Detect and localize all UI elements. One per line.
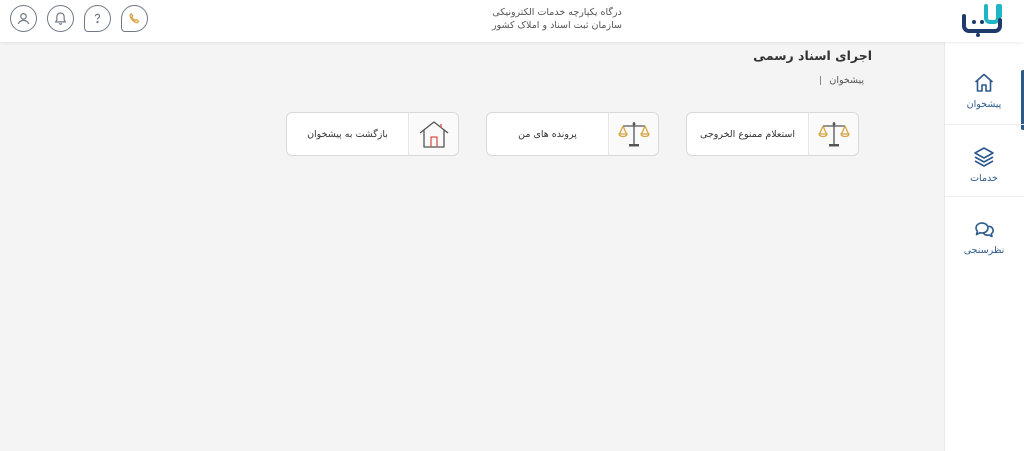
sidebar-item-dashboard[interactable]: پیشخوان [944,56,1024,130]
house-icon [419,121,448,148]
card-icon-box [608,113,658,155]
scales-icon [617,122,650,147]
card-my-cases[interactable]: پرونده های من [486,112,659,156]
sidebar-item-label: پیشخوان [966,98,1002,110]
divider [944,124,1024,125]
sabt-man-logo[interactable] [960,2,1006,38]
chat-icon [975,221,994,237]
breadcrumb-separator [820,76,822,85]
portal-title-line1: درگاه یکپارچه خدمات الکترونیکی [492,7,622,18]
card-label: استعلام ممنوع الخروجی [700,128,795,140]
breadcrumb: پیشخوان [820,75,864,86]
portal-title: درگاه یکپارچه خدمات الکترونیکی سازمان ثب… [0,6,1024,32]
breadcrumb-item-dashboard[interactable]: پیشخوان [829,75,864,86]
top-header: درگاه یکپارچه خدمات الکترونیکی سازمان ثب… [0,0,1024,42]
card-icon-box [808,113,858,155]
layers-icon [974,146,994,167]
card-back-to-dashboard[interactable]: بازگشت به پیشخوان [286,112,459,156]
card-label: بازگشت به پیشخوان [307,128,388,140]
card-label: پرونده های من [518,128,577,140]
card-exit-ban-inquiry[interactable]: استعلام ممنوع الخروجی [686,112,859,156]
scales-icon [817,122,850,147]
right-sidebar: پیشخوان خدمات نظرسنجی [944,42,1024,451]
page-title: اجرای اسناد رسمی [753,48,872,63]
card-icon-box [408,113,458,155]
sidebar-item-label: نظرسنجی [963,244,1005,256]
sidebar-item-services[interactable]: خدمات [944,130,1024,198]
divider [944,196,1024,197]
portal-title-line2: سازمان ثبت اسناد و املاک کشور [492,20,622,31]
sidebar-item-label: خدمات [970,172,998,184]
home-icon [974,73,994,92]
sidebar-item-survey[interactable]: نظرسنجی [944,202,1024,270]
